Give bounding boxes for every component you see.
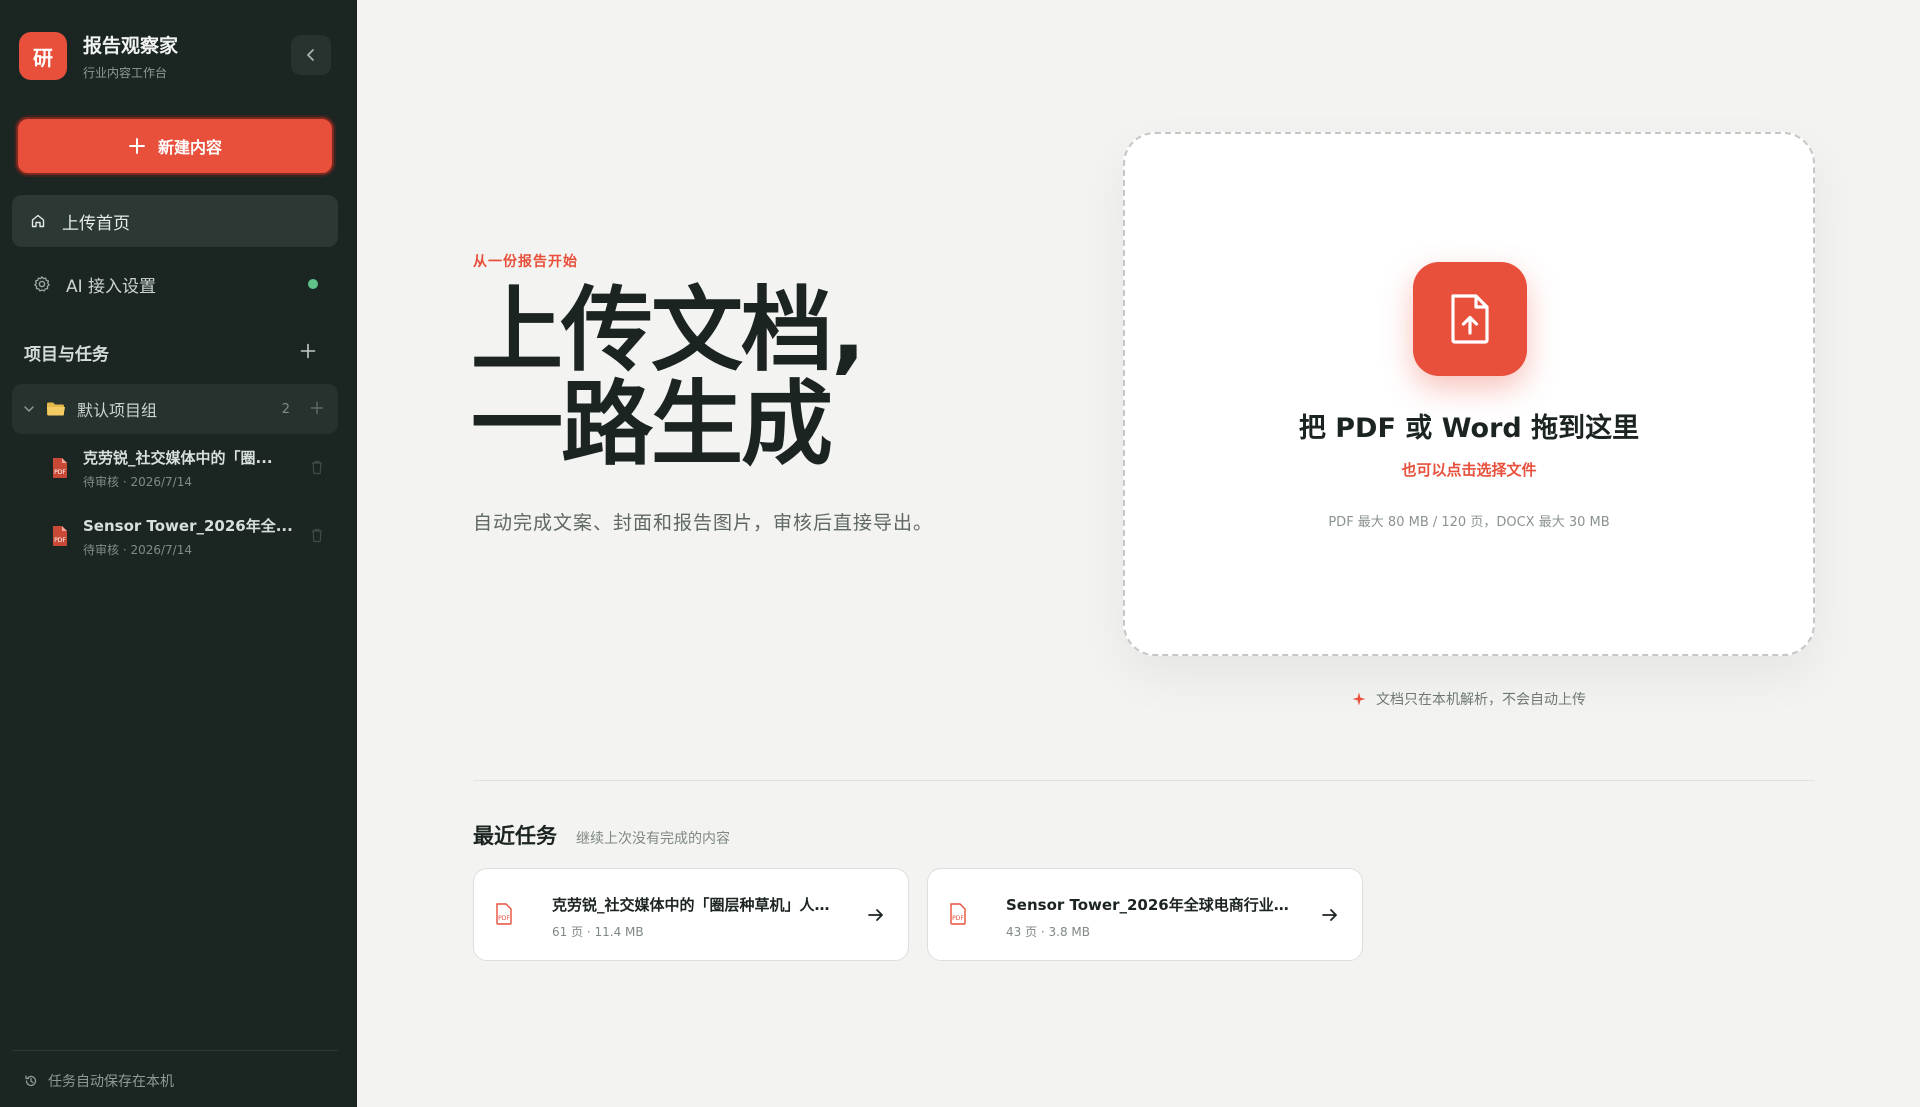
recent-tasks-title: 最近任务 <box>473 824 557 848</box>
project-group-count: 2 <box>281 401 290 417</box>
project-group-default[interactable]: 默认项目组 2 <box>12 384 338 434</box>
plus-icon <box>128 137 146 155</box>
pdf-file-icon: PDF <box>948 903 968 929</box>
hero-title: 上传文档, 一路生成 <box>471 277 866 478</box>
hero-subtitle: 自动完成文案、封面和报告图片，审核后直接导出。 <box>473 512 934 534</box>
collapse-sidebar-button[interactable] <box>291 35 331 75</box>
recent-tasks-subtitle: 继续上次没有完成的内容 <box>576 831 730 847</box>
trash-icon[interactable] <box>310 459 324 479</box>
section-divider <box>473 780 1815 781</box>
brand-title: 报告观察家 <box>83 35 179 57</box>
chevron-left-icon <box>307 49 314 61</box>
plus-icon <box>300 343 316 359</box>
hero-title-line2: 一路生成 <box>471 371 833 478</box>
task-title: Sensor Tower_2026年全... <box>83 517 293 535</box>
autosave-label: 任务自动保存在本机 <box>48 1074 174 1090</box>
file-dropzone[interactable]: 把 PDF 或 Word 拖到这里 也可以点击选择文件 PDF 最大 80 MB… <box>1123 132 1815 656</box>
nav-item-upload-home[interactable]: 上传首页 <box>12 195 338 247</box>
new-content-button[interactable]: 新建内容 <box>16 117 334 175</box>
nav-item-ai-settings[interactable]: AI 接入设置 <box>12 258 338 310</box>
task-title: 克劳锐_社交媒体中的「圈... <box>83 449 273 467</box>
project-group-name: 默认项目组 <box>77 401 158 420</box>
folder-icon <box>46 401 68 417</box>
svg-text:PDF: PDF <box>498 915 510 922</box>
new-content-label: 新建内容 <box>157 138 222 157</box>
brand-subtitle: 行业内容工作台 <box>83 66 168 80</box>
recent-card-title: Sensor Tower_2026年全球电商行业趋势... <box>1006 896 1298 914</box>
autosave-note: 任务自动保存在本机 <box>12 1050 338 1091</box>
nav-ai-settings-label: AI 接入设置 <box>66 276 157 297</box>
brand-logo: 研 <box>19 32 67 80</box>
recent-task-card[interactable]: PDF 克劳锐_社交媒体中的「圈层种草机」人格... 61 页 · 11.4 M… <box>473 868 909 961</box>
svg-text:PDF: PDF <box>54 469 66 476</box>
projects-section-title: 项目与任务 <box>24 345 109 365</box>
choose-file-link[interactable]: 也可以点击选择文件 <box>1125 459 1813 480</box>
sidebar-task-item[interactable]: PDF 克劳锐_社交媒体中的「圈... 待审核 · 2026/7/14 <box>48 445 338 501</box>
pdf-file-icon: PDF <box>50 457 70 483</box>
app-window: 研 报告观察家 行业内容工作台 新建内容 上传首页 AI 接入设置 项目与任务 … <box>0 0 1920 1107</box>
pdf-file-icon: PDF <box>494 903 514 929</box>
recent-card-meta: 61 页 · 11.4 MB <box>552 925 644 939</box>
local-parse-label: 文档只在本机解析，不会自动上传 <box>1376 692 1586 708</box>
task-meta: 待审核 · 2026/7/14 <box>83 475 192 489</box>
file-limits-text: PDF 最大 80 MB / 120 页，DOCX 最大 30 MB <box>1328 515 1610 530</box>
arrow-right-icon <box>1320 905 1340 925</box>
hero-eyebrow: 从一份报告开始 <box>473 254 578 270</box>
main-content: 从一份报告开始 上传文档, 一路生成 自动完成文案、封面和报告图片，审核后直接导… <box>357 0 1920 1107</box>
dropzone-title: 把 PDF 或 Word 拖到这里 <box>1298 413 1640 444</box>
file-upload-icon <box>1413 262 1527 376</box>
recent-task-card[interactable]: PDF Sensor Tower_2026年全球电商行业趋势... 43 页 ·… <box>927 868 1363 961</box>
hero-title-line1: 上传文档, <box>471 277 866 384</box>
pdf-file-icon: PDF <box>50 525 70 551</box>
sidebar-task-item[interactable]: PDF Sensor Tower_2026年全... 待审核 · 2026/7/… <box>48 513 338 569</box>
local-parse-note: 文档只在本机解析，不会自动上传 <box>1123 689 1815 709</box>
history-icon <box>24 1074 38 1088</box>
add-project-button[interactable] <box>296 339 320 363</box>
recent-card-meta: 43 页 · 3.8 MB <box>1006 925 1091 939</box>
svg-text:PDF: PDF <box>952 915 964 922</box>
ai-status-dot <box>308 279 318 289</box>
arrow-right-icon <box>866 905 886 925</box>
brand: 研 报告观察家 行业内容工作台 <box>19 31 178 81</box>
task-meta: 待审核 · 2026/7/14 <box>83 543 192 557</box>
add-task-button[interactable] <box>310 401 326 417</box>
recent-card-title: 克劳锐_社交媒体中的「圈层种草机」人格... <box>552 896 844 914</box>
chevron-down-icon <box>22 402 38 416</box>
home-icon <box>28 211 48 231</box>
sparkle-icon <box>1352 692 1366 706</box>
trash-icon[interactable] <box>310 527 324 547</box>
nav-home-label: 上传首页 <box>62 213 130 234</box>
sidebar: 研 报告观察家 行业内容工作台 新建内容 上传首页 AI 接入设置 项目与任务 … <box>0 0 357 1107</box>
svg-text:PDF: PDF <box>54 537 66 544</box>
plus-icon <box>310 401 324 415</box>
gear-icon <box>32 274 52 294</box>
